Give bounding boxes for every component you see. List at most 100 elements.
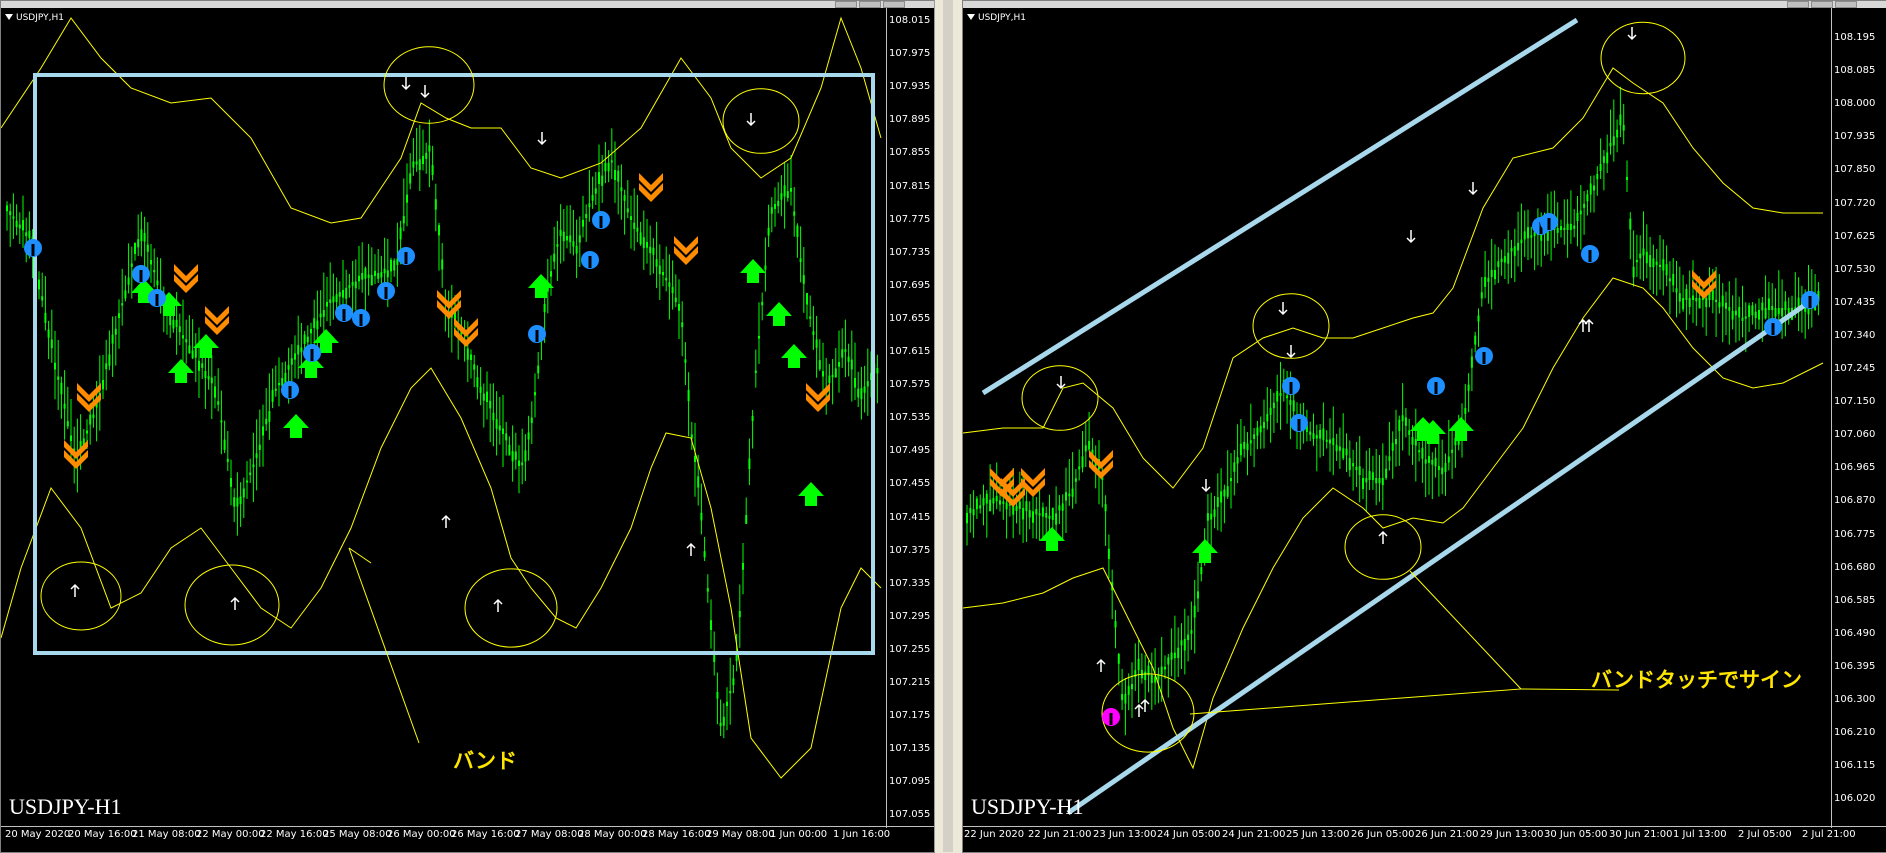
candle-body: [790, 188, 792, 192]
candle-body: [15, 220, 18, 227]
candle-body: [220, 420, 223, 423]
chart-menu-icon[interactable]: [967, 14, 975, 20]
candle-body: [1051, 508, 1054, 520]
time-tick-label: 1 Jul 13:00: [1673, 829, 1727, 840]
close-button[interactable]: [883, 1, 905, 8]
candle-body: [431, 165, 434, 175]
candle-body: [1220, 491, 1223, 503]
candle-body: [1678, 293, 1681, 302]
time-tick-label: 25 Jun 13:00: [1286, 829, 1350, 840]
candle-body: [623, 195, 626, 201]
candle-body: [1635, 259, 1638, 263]
candle-body: [505, 433, 508, 441]
candle-body: [201, 363, 204, 368]
candle-body: [425, 152, 428, 159]
signal-dot-stem: [1109, 713, 1113, 725]
candle-body: [153, 270, 156, 273]
candle-body: [1560, 226, 1562, 230]
candle-body: [130, 263, 133, 267]
candle-body: [1589, 183, 1592, 195]
candle-body: [1467, 384, 1470, 391]
price-chart-left[interactable]: [1, 8, 886, 826]
candle-body: [1771, 305, 1774, 310]
candle-body: [566, 236, 568, 241]
chart-window-right[interactable]: USDJPY,H1 USDJPY-H1 バンドタッチでサイン 108.195 10…: [962, 0, 1886, 853]
candle-body: [1751, 305, 1754, 316]
price-tick-label: 107.335: [889, 577, 931, 589]
candle-body: [364, 268, 367, 279]
minimize-button[interactable]: [835, 1, 857, 8]
price-tick-label: 107.655: [889, 312, 931, 324]
candle-body: [287, 364, 290, 370]
price-tick-label: 107.815: [889, 180, 931, 192]
buy-arrow-icon: [528, 274, 554, 298]
chart-menu-icon[interactable]: [5, 14, 13, 20]
candle-body: [818, 360, 821, 370]
candle-body: [703, 551, 706, 558]
price-axis-line: [886, 8, 887, 828]
candle-body: [1401, 415, 1404, 422]
splitter-handle[interactable]: [943, 0, 953, 852]
highlight-circle: [464, 568, 558, 648]
candle-body: [678, 304, 680, 311]
candle-body: [1286, 395, 1289, 399]
price-tick-label: 106.585: [1834, 594, 1876, 606]
window-titlebar[interactable]: [1, 1, 934, 8]
candle-body: [284, 372, 287, 383]
candle-body: [415, 161, 418, 165]
candle-body: [1520, 239, 1523, 244]
candle-body: [1233, 462, 1236, 472]
price-tick-label: 107.695: [889, 279, 931, 291]
candle-body: [729, 690, 732, 694]
candle-body: [1764, 308, 1767, 319]
candle-body: [1441, 467, 1444, 475]
highlight-circle: [1021, 365, 1099, 431]
candle-body: [1045, 512, 1048, 518]
candle-body: [1586, 194, 1589, 202]
maximize-button[interactable]: [859, 1, 881, 8]
window-splitter[interactable]: [934, 0, 963, 852]
candle-body: [1668, 278, 1671, 282]
candle-body: [1444, 463, 1447, 473]
candle-body: [316, 320, 319, 330]
time-tick-label: 28 May 16:00: [642, 829, 711, 840]
close-button[interactable]: [1835, 1, 1857, 8]
candle-body: [1259, 425, 1262, 433]
time-tick-label: 27 May 08:00: [515, 829, 584, 840]
candle-body: [671, 286, 674, 294]
candle-body: [1065, 492, 1067, 501]
candle-body: [742, 563, 744, 570]
candle-body: [178, 326, 181, 333]
price-tick-label: 107.735: [889, 246, 931, 258]
minimize-button[interactable]: [1787, 1, 1809, 8]
candle-body: [508, 444, 511, 456]
candle-body: [1675, 288, 1678, 293]
candle-body: [50, 339, 53, 349]
candle-body: [434, 199, 437, 210]
candle-body: [1523, 231, 1526, 240]
chart-window-left[interactable]: USDJPY,H1 USDJPY-H1 バンド 108.015 107.975 10…: [0, 0, 935, 853]
candle-body: [60, 382, 63, 395]
candle-body: [121, 303, 124, 306]
price-chart-right[interactable]: [963, 8, 1831, 826]
candle-body: [617, 170, 620, 182]
candle-body: [559, 229, 562, 237]
candle-body: [995, 495, 998, 502]
candle-body: [655, 259, 658, 267]
candle-body: [1319, 429, 1322, 439]
maximize-button[interactable]: [1811, 1, 1833, 8]
candle-body: [652, 247, 655, 255]
candle-body: [1431, 459, 1434, 465]
price-tick-label: 106.020: [1834, 793, 1876, 805]
candle-body: [1117, 654, 1120, 664]
window-titlebar[interactable]: [963, 1, 1886, 8]
candle-body: [642, 237, 645, 249]
candle-body: [1378, 478, 1381, 484]
price-tick-label: 107.245: [1834, 363, 1876, 374]
buy-arrow-icon: [798, 482, 824, 506]
candle-body: [1197, 591, 1199, 599]
signal-dot-stem: [1771, 323, 1775, 335]
candle-body: [681, 322, 684, 328]
candle-body: [1781, 308, 1784, 317]
time-tick-label: 29 May 08:00: [706, 829, 775, 840]
